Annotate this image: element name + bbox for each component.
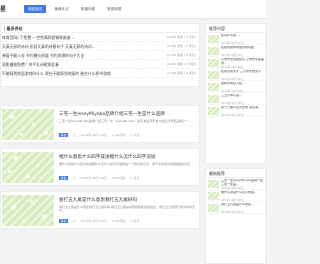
category-tag[interactable]: 美食 (59, 219, 69, 223)
list-item[interactable]: 不能踩到地面游戏叫什么 原在不能踩到地面的 能在什么桥中游戏 (0.0W 阅读 … (1, 69, 199, 78)
sidebar-item-title[interactable]: 三宅一生IsseyMiyake品牌介绍三宅一生是... (221, 179, 265, 186)
sidebar-thumbnail[interactable] (208, 83, 219, 91)
post-comments: 0 评论 (130, 219, 140, 223)
post-thumbnail[interactable] (2, 152, 54, 183)
list-item-title[interactable]: 天真无邪的诗词 形容天真的诗意句子 天真无邪的诗词... (2, 42, 152, 50)
sidebar-latest-panel: 最新推荐 三宅一生IsseyMiyake品牌介绍三宅一生是... 2022年 0… (205, 168, 266, 264)
sidebar-list-item[interactable]: 春打五九尾是什么意思... 2022年 06月 06日 (206, 202, 265, 214)
sidebar-latest-heading: 最新推荐 (206, 169, 265, 178)
list-item-meta: (0.0W 阅读 / 0 评论) (167, 53, 196, 57)
sidebar-item-title[interactable]: 小学作文感恩知识 小学作文最美诗... (221, 58, 265, 65)
sidebar-recommend-panel: 推荐内容 在有什么用 ... 2022年 06月 06日 在短视频中用最好的功能… (205, 23, 266, 164)
most-comments-heading: |最多评论 (1, 24, 199, 33)
sidebar-list-item[interactable]: 在有什么用 ... 2022年 06月 06日 (206, 33, 265, 45)
post-views: 0.0W阅读 (111, 176, 126, 180)
nav-item-food[interactable]: 美食礼记 (50, 5, 72, 13)
sidebar-list-item[interactable]: 关于公路平台大家的 讲英语... 2022年 06月 06日 (206, 105, 265, 117)
list-item-title[interactable]: 弹窗不能入去 节约赠价质量 节约资源的句子大全 (2, 51, 152, 59)
calendar-icon: ◷ (73, 176, 76, 180)
sidebar-thumbnail[interactable] (208, 35, 219, 43)
post-thumbnail[interactable] (2, 195, 54, 226)
post-title[interactable]: 春打五九尾是什么意思春打五九尾好吗 (59, 197, 197, 203)
sidebar-list-item[interactable]: 榴什么意思什么四字成语... 2022年 06月 06日 (206, 190, 265, 202)
post-meta: 美食 ◷ 2022年 06月 06日 0.0W阅读 0 评论 (59, 176, 197, 180)
sidebar-item-title[interactable]: 在短视频中用最好的功能 (221, 46, 265, 53)
sidebar-list-item[interactable]: 小学作文感恩知识 小学作文最美诗... 2022年 06月 06日 (206, 57, 265, 69)
post-meta: 美食 ◷ 2022年 06月 06日 0.0W阅读 0 评论 (59, 219, 197, 223)
list-item-title[interactable]: 体育官网C下免费 一世完满四首钢琴曲谱 ... (2, 33, 152, 41)
main-nav: 网站首页 美食礼记 祝福问候 常用用语 (24, 5, 126, 13)
post-summary: 三宅一生IsseyMiyake品牌介绍三宅一生（IsseyMiyake）是日本最… (59, 119, 195, 123)
sidebar-thumbnail[interactable] (208, 107, 219, 115)
sidebar-item-title[interactable]: 把新年的好人和... (221, 82, 265, 89)
sidebar-list-item[interactable]: 把新年的好人和... 2022年 06月 06日 (206, 81, 265, 93)
post-summary: 榴什么意思什么四字成语榴什么怎什么四字词语榴是一个常见的汉字，用于中文常见的网络… (59, 162, 194, 166)
post-date: 2022年 06月 06日 (80, 219, 107, 223)
sidebar-recommend-heading: 推荐内容 (206, 24, 265, 33)
sidebar-item-title[interactable]: 春打五九尾是什么意思... (221, 203, 265, 210)
sidebar-item-title[interactable]: 在有什么用 ... (221, 34, 265, 41)
nav-item-wishes[interactable]: 祝福问候 (77, 5, 99, 13)
category-tag[interactable]: 美食 (59, 176, 69, 180)
nav-item-phrases[interactable]: 常用用语 (103, 5, 125, 13)
list-item[interactable]: 弹窗不能入去 节约赠价质量 节约资源的句子大全 (0.0W 阅读 / 0 评论) (1, 51, 199, 60)
sidebar-thumbnail[interactable] (208, 95, 219, 103)
post-title[interactable]: 三宅一生IsseyMiyake品牌介绍三宅一生是什么品牌 (59, 111, 197, 117)
calendar-icon: ◷ (73, 219, 76, 223)
post-thumbnail[interactable] (2, 109, 54, 140)
post-comments: 0 评论 (130, 176, 140, 180)
list-item-meta: (0.0W 阅读 / 0 评论) (167, 35, 196, 39)
sidebar-thumbnail[interactable] (208, 59, 219, 67)
sidebar-item-date: 2022年 06月 06日 (221, 114, 244, 117)
sidebar-item-title[interactable]: 在南京的文字 三九中天的文字 (221, 70, 265, 77)
nav-item-home[interactable]: 网站首页 (24, 5, 47, 13)
list-item-title[interactable]: 不能踩到地面游戏叫什么 原在不能踩到地面的 能在什么桥中游戏 (2, 69, 152, 77)
sidebar-thumbnail[interactable] (208, 180, 219, 188)
sidebar-item-title[interactable]: 三五六中午会... (221, 94, 265, 101)
sidebar-list-item[interactable]: 在南京的文字 三九中天的文字 2022年 06月 06日 (206, 69, 265, 81)
post-card[interactable]: 三宅一生IsseyMiyake品牌介绍三宅一生是什么品牌 三宅一生IsseyMi… (0, 105, 200, 143)
sidebar-item-title[interactable]: 榴什么意思什么四字成语... (221, 191, 265, 198)
sidebar-item-date: 2022年 06月 06日 (221, 211, 244, 214)
list-item-meta: (0.0W 阅读 / 0 评论) (167, 62, 196, 66)
most-comments-panel: |最多评论 体育官网C下免费 一世完满四首钢琴曲谱 ... (0.0W 阅读 /… (0, 23, 200, 87)
post-views: 0.0W阅读 (111, 219, 126, 223)
sidebar-item-title[interactable]: 关于公路平台大家的 讲英语... (221, 106, 265, 113)
list-item[interactable]: 体育官网C下免费 一世完满四首钢琴曲谱 ... (0.0W 阅读 / 0 评论) (1, 33, 199, 42)
sidebar-thumbnail[interactable] (208, 204, 219, 212)
list-item-meta: (0.0W 阅读 / 0 评论) (167, 71, 196, 75)
list-item[interactable]: 恶影播放免费？伴手礼诗歌如此春 (0.0W 阅读 / 0 评论) (1, 60, 199, 69)
top-bar: 星 网站首页 美食礼记 祝福问候 常用用语 (0, 0, 266, 19)
sidebar-thumbnail[interactable] (208, 192, 219, 200)
category-tag[interactable]: 美食 (59, 133, 69, 137)
post-title[interactable]: 榴什么意思什么四字成语榴什么怎什么四字词语 (59, 154, 197, 160)
list-item[interactable]: 天真无邪的诗词 形容天真的诗意句子 天真无邪的诗词... (0.0W 阅读 / … (1, 42, 199, 51)
post-date: 2022年 06月 06日 (80, 176, 107, 180)
sidebar-list-item[interactable]: 三宅一生IsseyMiyake品牌介绍三宅一生是... 2022年 06月 06… (206, 178, 265, 190)
sidebar-list-item[interactable]: 在短视频中用最好的功能 2022年 06月 06日 (206, 45, 265, 57)
sidebar-list-item[interactable]: 三五六中午会... 2022年 06月 06日 (206, 93, 265, 105)
sidebar-thumbnail[interactable] (208, 71, 219, 79)
site-logo[interactable]: 星 (0, 4, 6, 13)
post-date: 2022年 06月 06日 (80, 133, 107, 137)
calendar-icon: ◷ (73, 133, 76, 137)
post-meta: 美食 ◷ 2022年 06月 06日 0.0W阅读 0 评论 (59, 133, 197, 137)
list-item-title[interactable]: 恶影播放免费？伴手礼诗歌如此春 (2, 60, 152, 68)
sidebar-thumbnail[interactable] (208, 47, 219, 55)
post-summary: 春打五九尾是什么意思春打五九尾好吗 春打五九尾是中国传统民俗的说法，春打五九尾预… (59, 205, 195, 213)
post-views: 0.0W阅读 (111, 133, 126, 137)
post-comments: 0 评论 (130, 133, 140, 137)
post-card[interactable]: 榴什么意思什么四字成语榴什么怎什么四字词语 榴什么意思什么四字成语榴什么怎什么四… (0, 148, 200, 186)
list-item-meta: (0.0W 阅读 / 0 评论) (167, 44, 196, 48)
post-card[interactable]: 春打五九尾是什么意思春打五九尾好吗 春打五九尾是什么意思春打五九尾好吗 春打五九… (0, 191, 200, 229)
